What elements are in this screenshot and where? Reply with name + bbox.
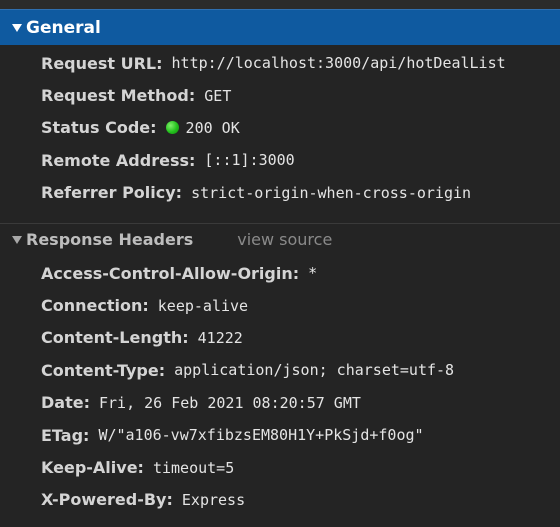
x-powered-by-row: X-Powered-By: Express [0,484,560,516]
remote-address-row: Remote Address: [::1]:3000 [0,144,560,176]
header-key: Request Method: [41,86,196,106]
header-key: Keep-Alive: [41,458,144,478]
header-value: 41222 [197,328,243,347]
connection-row: Connection: keep-alive [0,289,560,321]
general-rows: Request URL: http://localhost:3000/api/h… [0,47,560,209]
collapse-triangle-icon [12,235,22,244]
content-type-row: Content-Type: application/json; charset=… [0,354,560,386]
response-header-rows: Access-Control-Allow-Origin: * Connectio… [0,257,560,516]
header-key: Content-Type: [41,360,166,380]
header-value: GET [204,86,232,105]
header-value: * [308,264,318,283]
collapse-triangle-icon [12,23,22,32]
response-headers-section-header[interactable]: Response Headers view source [0,223,560,255]
header-value: Fri, 26 Feb 2021 08:20:57 GMT [98,393,361,412]
header-value: timeout=5 [152,458,235,477]
general-section-header[interactable]: General [0,9,560,45]
header-key: Remote Address: [41,150,196,170]
response-headers-title: Response Headers [26,230,194,249]
request-method-row: Request Method: GET [0,79,560,111]
header-key: X-Powered-By: [41,490,173,510]
header-key: Request URL: [41,53,163,73]
header-key: Date: [41,393,90,413]
header-key: Content-Length: [41,328,189,348]
keep-alive-row: Keep-Alive: timeout=5 [0,451,560,483]
etag-row: ETag: W/"a106-vw7xfibzsEM80H1Y+PkSjd+f0o… [0,419,560,451]
header-value: W/"a106-vw7xfibzsEM80H1Y+PkSjd+f0og" [98,426,424,445]
header-key: Connection: [41,296,149,316]
request-url-row: Request URL: http://localhost:3000/api/h… [0,47,560,79]
header-value: 200 OK [185,118,240,137]
view-source-link[interactable]: view source [237,230,332,249]
header-value: [::1]:3000 [204,151,295,170]
top-strip [0,0,560,9]
header-value: http://localhost:3000/api/hotDealList [171,54,506,73]
date-row: Date: Fri, 26 Feb 2021 08:20:57 GMT [0,387,560,419]
header-key: Access-Control-Allow-Origin: [41,263,300,283]
header-value: keep-alive [157,296,249,315]
header-key: Status Code: [41,118,157,138]
status-ok-icon [165,121,179,135]
header-value: strict-origin-when-cross-origin [191,183,472,202]
referrer-policy-row: Referrer Policy: strict-origin-when-cros… [0,177,560,209]
content-length-row: Content-Length: 41222 [0,322,560,354]
general-section-title: General [26,17,101,38]
header-key: Referrer Policy: [41,183,183,203]
header-value: application/json; charset=utf-8 [174,361,455,380]
access-control-row: Access-Control-Allow-Origin: * [0,257,560,289]
status-code-row: Status Code: 200 OK [0,112,560,144]
header-value: Express [181,490,246,509]
header-key: ETag: [41,425,90,445]
